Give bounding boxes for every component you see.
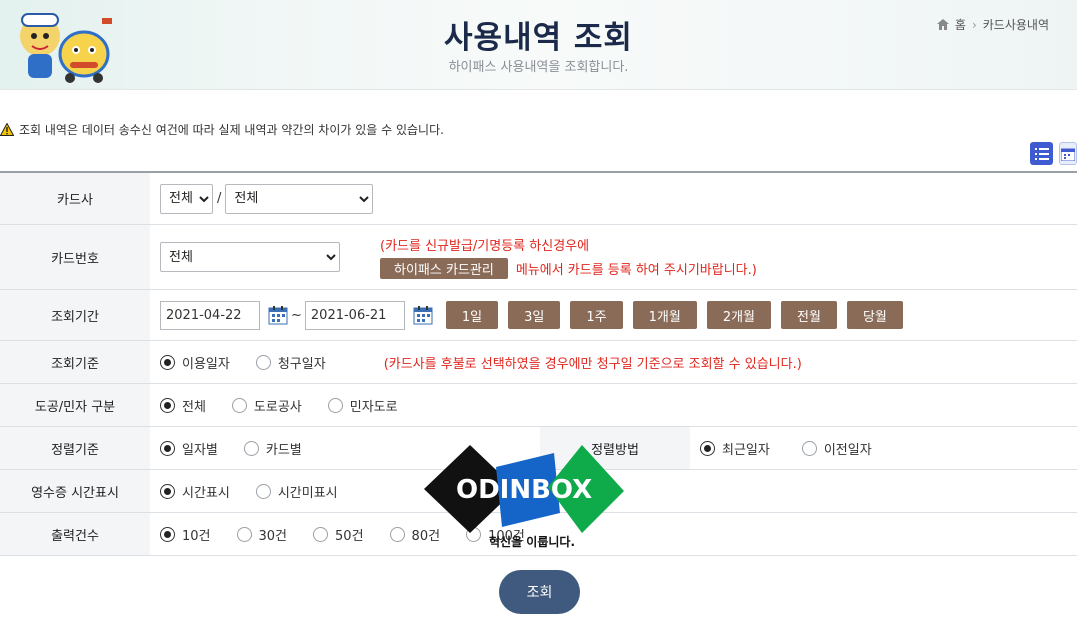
notice-message: 조회 내역은 데이터 송수신 여건에 따라 실제 내역과 약간의 차이가 있을 … <box>19 123 444 137</box>
period-1day-button[interactable]: 1일 <box>445 301 499 329</box>
radio-dot[interactable] <box>700 440 715 456</box>
radio-time-show[interactable]: 시간표시 <box>160 482 230 501</box>
label-period: 조회기간 <box>0 290 150 340</box>
card-number-select[interactable]: 전체 <box>160 242 340 272</box>
period-1month-button[interactable]: 1개월 <box>632 301 697 329</box>
breadcrumb-home[interactable]: 홈 <box>955 16 966 33</box>
radio-sort-older[interactable]: 이전일자 <box>801 439 872 458</box>
end-calendar-icon[interactable] <box>413 305 433 325</box>
start-date-input[interactable] <box>160 300 260 330</box>
row-period: 조회기간 ~ 1일 3일 1주 1개월 2개월 전월 당월 <box>0 290 1077 341</box>
calendar-view-icon[interactable] <box>1059 142 1077 165</box>
radio-sort-card[interactable]: 카드별 <box>243 439 302 458</box>
card-register-msg-1: (카드를 신규발급/기명등록 하신경우에 <box>380 239 590 254</box>
radio-road-ex[interactable]: 도로공사 <box>231 396 302 415</box>
radio-count-100[interactable]: 100건 <box>466 525 525 544</box>
label-card-number: 카드번호 <box>0 225 150 289</box>
warning-icon <box>0 123 14 136</box>
radio-dot[interactable] <box>160 354 175 370</box>
start-calendar-icon[interactable] <box>268 305 288 325</box>
row-card-number: 카드번호 전체 (카드를 신규발급/기명등록 하신경우에 하이패스 카드관리 메… <box>0 225 1077 290</box>
page-header: 사용내역 조회 하이패스 사용내역을 조회합니다. 홈 › 카드사용내역 <box>0 0 1077 90</box>
page-title: 사용내역 조회 <box>444 20 633 56</box>
page-subtitle: 하이패스 사용내역을 조회합니다. <box>448 60 629 75</box>
radio-road-all[interactable]: 전체 <box>160 396 206 415</box>
hipass-card-manage-button[interactable]: 하이패스 카드관리 <box>380 258 508 279</box>
radio-count-50[interactable]: 50건 <box>313 525 364 544</box>
end-date-input[interactable] <box>304 300 405 330</box>
period-3day-button[interactable]: 3일 <box>508 301 561 329</box>
search-form: 카드사 전체 / 전체 카드번호 전체 (카드를 신규발급/기명등록 하신경우에… <box>0 171 1077 556</box>
slash-separator: / <box>217 191 222 206</box>
radio-count-80[interactable]: 80건 <box>389 525 440 544</box>
radio-dot[interactable] <box>313 526 329 542</box>
radio-dot[interactable] <box>801 440 817 456</box>
row-receipt-time: 영수증 시간표시 시간표시 시간미표시 <box>0 470 1077 513</box>
radio-dot[interactable] <box>160 483 175 499</box>
radio-road-private[interactable]: 민자도로 <box>327 396 398 415</box>
card-company-select-2[interactable]: 전체 <box>225 183 374 214</box>
radio-dot[interactable] <box>243 440 259 456</box>
card-register-msg-2: 메뉴에서 카드를 등록 하여 주시기바랍니다.) <box>515 263 757 278</box>
row-road-type: 도공/민자 구분 전체 도로공사 민자도로 <box>0 384 1077 427</box>
radio-count-30[interactable]: 30건 <box>236 525 287 544</box>
notice-text: 조회 내역은 데이터 송수신 여건에 따라 실제 내역과 약간의 차이가 있을 … <box>0 121 444 138</box>
radio-usage-date[interactable]: 이용일자 <box>160 353 230 372</box>
row-criteria: 조회기준 이용일자 청구일자 (카드사를 후불로 선택하였을 경우에만 청구일 … <box>0 341 1077 384</box>
label-sort-basis: 정렬기준 <box>0 427 150 469</box>
radio-time-hide[interactable]: 시간미표시 <box>255 482 338 501</box>
breadcrumb-current: 카드사용내역 <box>982 18 1049 32</box>
period-1week-button[interactable]: 1주 <box>570 301 623 329</box>
label-output-count: 출력건수 <box>0 513 150 555</box>
row-sort: 정렬기준 일자별 카드별 정렬방법 최근일자 이전일자 <box>0 427 1077 470</box>
radio-dot[interactable] <box>389 526 405 542</box>
breadcrumb: 홈 › 카드사용내역 <box>936 16 1049 33</box>
search-button[interactable]: 조회 <box>499 570 580 614</box>
card-company-select-1[interactable]: 전체 <box>160 183 213 214</box>
label-road-type: 도공/민자 구분 <box>0 384 150 426</box>
radio-sort-recent[interactable]: 최근일자 <box>700 439 770 458</box>
period-2month-button[interactable]: 2개월 <box>706 301 772 329</box>
chevron-right-icon: › <box>971 17 977 32</box>
radio-dot[interactable] <box>255 483 271 499</box>
view-toggle <box>1030 142 1077 165</box>
list-view-icon[interactable] <box>1030 142 1053 165</box>
radio-dot[interactable] <box>160 440 175 456</box>
card-register-message: (카드를 신규발급/기명등록 하신경우에 하이패스 카드관리 메뉴에서 카드를 … <box>380 235 757 279</box>
row-output-count: 출력건수 10건 30건 50건 80건 100건 <box>0 513 1077 556</box>
radio-dot[interactable] <box>236 526 252 542</box>
period-last-month-button[interactable]: 전월 <box>781 301 837 329</box>
radio-dot[interactable] <box>466 526 482 542</box>
radio-dot[interactable] <box>327 397 343 413</box>
period-this-month-button[interactable]: 당월 <box>846 301 903 329</box>
radio-dot[interactable] <box>255 354 271 370</box>
radio-billing-date[interactable]: 청구일자 <box>255 353 326 372</box>
row-card-company: 카드사 전체 / 전체 <box>0 173 1077 225</box>
radio-sort-date[interactable]: 일자별 <box>160 439 218 458</box>
radio-dot[interactable] <box>160 397 175 413</box>
home-icon[interactable] <box>936 19 949 30</box>
radio-dot[interactable] <box>231 397 247 413</box>
date-range-tilde: ~ <box>291 307 302 323</box>
label-criteria: 조회기준 <box>0 341 150 383</box>
label-receipt-time: 영수증 시간표시 <box>0 470 150 512</box>
period-quick-buttons: 1일 3일 1주 1개월 2개월 전월 당월 <box>445 301 903 329</box>
criteria-note: (카드사를 후불로 선택하였을 경우에만 청구일 기준으로 조회할 수 있습니다… <box>383 356 802 372</box>
radio-dot[interactable] <box>160 526 175 542</box>
label-sort-method: 정렬방법 <box>540 427 690 469</box>
label-card-company: 카드사 <box>0 173 150 224</box>
radio-count-10[interactable]: 10건 <box>160 525 211 544</box>
